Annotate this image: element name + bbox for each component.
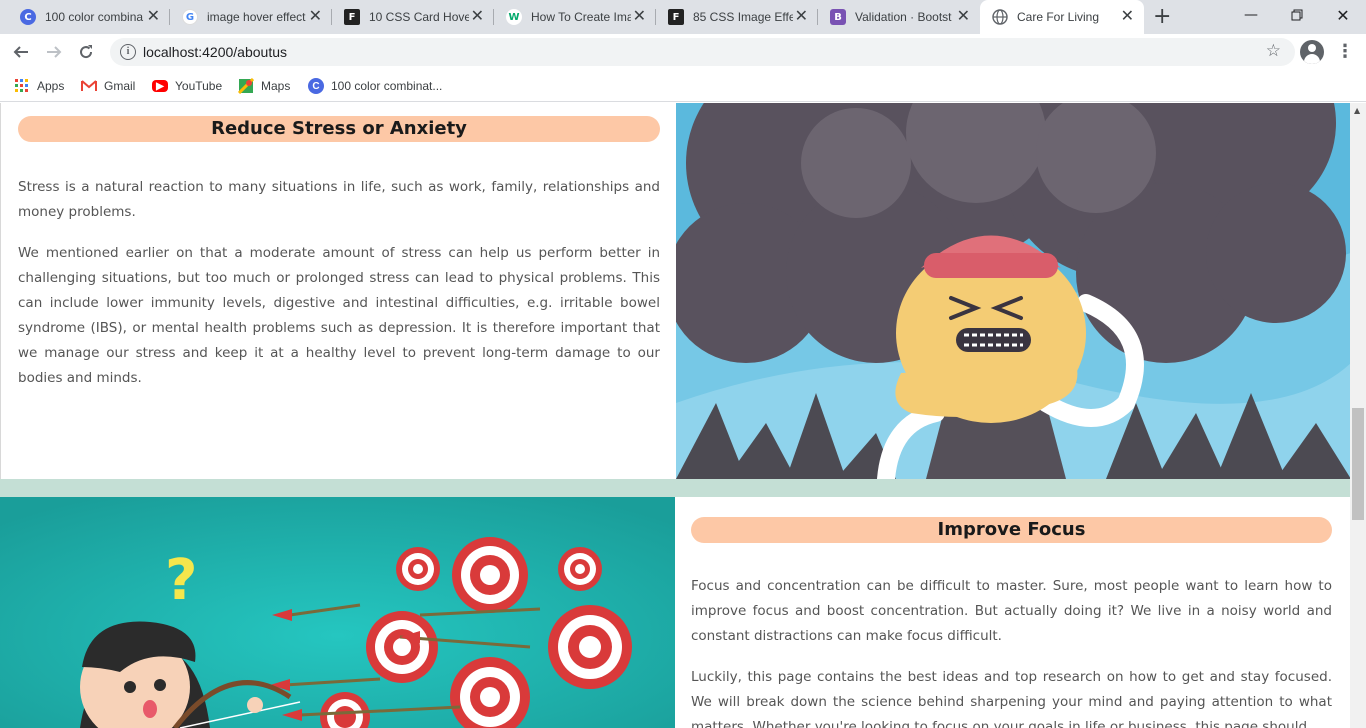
browser-tab[interactable]: F 10 CSS Card Hover ✕	[332, 0, 494, 34]
browser-tab[interactable]: F 85 CSS Image Effe ✕	[656, 0, 818, 34]
restore-icon[interactable]	[1274, 0, 1320, 30]
close-window-icon[interactable]: ✕	[1320, 0, 1366, 30]
globe-icon	[992, 9, 1008, 25]
bookmark-apps[interactable]: Apps	[14, 76, 64, 96]
section-divider	[0, 479, 1350, 497]
bookmarks-bar: Apps Gmail ▶ YouTube Maps C 100 color co…	[0, 70, 1366, 102]
section-paragraph: We mentioned earlier on that a moderate …	[18, 245, 660, 386]
browser-tab[interactable]: C 100 color combina ✕	[8, 0, 170, 34]
browser-tab[interactable]: G image hover effect ✕	[170, 0, 332, 34]
browser-tab[interactable]: W How To Create Ima ✕	[494, 0, 656, 34]
scrollbar-thumb[interactable]	[1352, 408, 1364, 520]
address-bar[interactable]: i localhost:4200/aboutus ☆	[110, 38, 1295, 66]
youtube-icon: ▶	[152, 80, 168, 92]
page-scrollbar[interactable]: ▲	[1350, 103, 1366, 728]
forward-icon[interactable]	[43, 41, 65, 63]
section-heading-pill: Improve Focus	[691, 517, 1332, 543]
page-viewport[interactable]: Reduce Stress or Anxiety Stress is a nat…	[0, 103, 1350, 728]
section-paragraph: Stress is a natural reaction to many sit…	[18, 179, 660, 220]
gmail-icon	[81, 78, 97, 94]
close-tab-icon[interactable]: ✕	[1121, 8, 1134, 24]
close-tab-icon[interactable]: ✕	[957, 8, 970, 24]
f-icon: F	[344, 9, 360, 25]
f-icon: F	[668, 9, 684, 25]
browser-tab-active[interactable]: Care For Living ✕	[980, 0, 1144, 34]
tab-strip: C 100 color combina ✕ G image hover effe…	[0, 0, 1366, 34]
info-icon[interactable]: i	[120, 44, 136, 60]
bookmark-gmail[interactable]: Gmail	[81, 76, 135, 96]
focus-section: ? Improve Focus Focus and concentration …	[0, 497, 1350, 728]
url-text[interactable]: localhost:4200/aboutus	[143, 44, 287, 60]
svg-text:?: ?	[165, 548, 197, 613]
kebab-menu-icon[interactable]: ⋮	[1336, 41, 1354, 63]
c-icon: C	[20, 9, 36, 25]
maps-icon	[238, 78, 254, 94]
close-tab-icon[interactable]: ✕	[147, 8, 160, 24]
reload-icon[interactable]	[75, 41, 97, 63]
profile-avatar-icon[interactable]	[1300, 40, 1324, 64]
google-icon: G	[182, 9, 198, 25]
close-tab-icon[interactable]: ✕	[471, 8, 484, 24]
bookmark-star-icon[interactable]: ☆	[1266, 41, 1281, 61]
bootstrap-icon: B	[830, 9, 846, 25]
browser-tab[interactable]: B Validation · Bootst ✕	[818, 0, 980, 34]
w3schools-icon: W	[506, 9, 522, 25]
close-tab-icon[interactable]: ✕	[309, 8, 322, 24]
bookmark-color-combinations[interactable]: C 100 color combinat...	[308, 76, 442, 96]
bookmark-maps[interactable]: Maps	[238, 76, 290, 96]
section-paragraph: Focus and concentration can be difficult…	[691, 578, 1332, 644]
bookmark-youtube[interactable]: ▶ YouTube	[152, 76, 222, 96]
stressed-character-illustration	[676, 103, 1350, 479]
close-tab-icon[interactable]: ✕	[795, 8, 808, 24]
browser-toolbar: i localhost:4200/aboutus ☆	[0, 34, 1366, 70]
section-heading-pill: Reduce Stress or Anxiety	[18, 116, 660, 142]
c-icon: C	[308, 78, 324, 94]
section-paragraph: Luckily, this page contains the best ide…	[691, 669, 1332, 728]
archer-targets-illustration: ?	[0, 497, 675, 728]
back-icon[interactable]	[10, 41, 32, 63]
close-tab-icon[interactable]: ✕	[633, 8, 646, 24]
apps-grid-icon	[14, 78, 30, 94]
stress-section: Reduce Stress or Anxiety Stress is a nat…	[0, 103, 1350, 479]
scroll-up-arrow-icon[interactable]: ▲	[1354, 106, 1360, 115]
minimize-icon[interactable]: —	[1228, 0, 1274, 30]
new-tab-icon[interactable]: +	[1153, 4, 1171, 30]
